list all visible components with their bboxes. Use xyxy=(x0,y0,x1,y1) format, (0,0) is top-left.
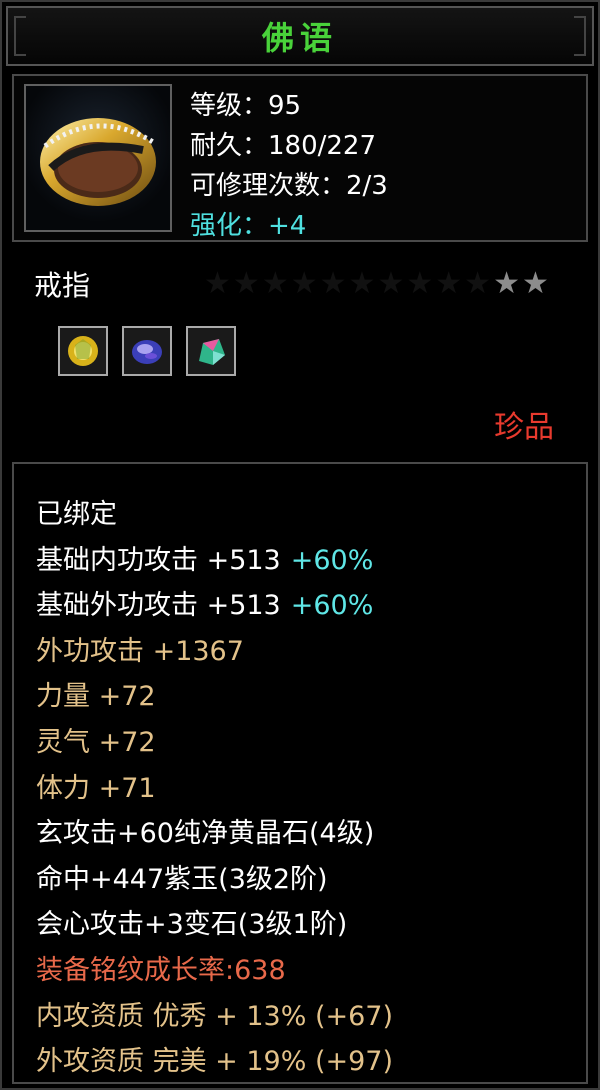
yellow-gem-icon[interactable] xyxy=(58,326,108,376)
level-stat: 等级：95 xyxy=(190,91,302,121)
star-icon: ★ xyxy=(464,266,492,301)
base-attr-row: 基础外功攻击 +513 +60% xyxy=(36,583,393,629)
attribute-panel: 已绑定 基础内功攻击 +513 +60% 基础外功攻击 +513 +60% 外功攻击… xyxy=(12,462,588,1084)
item-header: 等级：95 耐久：180/227 可修理次数：2/3 强化：+4 xyxy=(12,74,588,242)
bonus-attr: 外功攻击 +1367 xyxy=(36,635,244,667)
star-icon: ★ xyxy=(290,266,318,301)
item-stats: 等级：95 耐久：180/227 可修理次数：2/3 强化：+4 xyxy=(190,86,388,246)
gem-attr: 命中+447紫玉(3级2阶) xyxy=(36,863,328,895)
star-icon: ★ xyxy=(406,266,434,301)
quality-attr: 外攻资质 完美 + 19% (+97) xyxy=(36,1046,394,1078)
gem-sockets xyxy=(58,326,236,376)
star-icon: ★ xyxy=(377,266,405,301)
gem-attr: 玄攻击+60纯净黄晶石(4级) xyxy=(36,818,375,850)
enhance-stat: 强化：+4 xyxy=(190,211,307,241)
base-attr-percent: +60% xyxy=(290,544,374,576)
star-icon: ★ xyxy=(204,266,231,301)
star-icon: ★ xyxy=(261,266,289,301)
star-icon: ★ xyxy=(348,266,376,301)
star-icon: ★ xyxy=(493,266,520,301)
star-icon: ★ xyxy=(521,266,549,301)
rarity-label: 珍品 xyxy=(494,410,554,445)
quality-attr: 内攻资质 优秀 + 13% (+67) xyxy=(36,1000,394,1032)
gold-ring-icon xyxy=(24,84,172,232)
star-rating: ★ ★ ★ ★ ★ ★ ★ ★ ★ ★ ★ ★ xyxy=(204,268,549,300)
bonus-attr: 灵气 +72 xyxy=(36,726,156,758)
base-attr-label: 基础内功攻击 +513 xyxy=(36,544,281,576)
growth-rate: 装备铭纹成长率:638 xyxy=(36,954,286,986)
base-attr-row: 基础内功攻击 +513 +60% xyxy=(36,538,393,584)
bound-status: 已绑定 xyxy=(36,499,117,530)
item-type-label: 戒指 xyxy=(34,269,91,302)
attribute-list: 已绑定 基础内功攻击 +513 +60% 基础外功攻击 +513 +60% 外功攻击… xyxy=(36,492,393,1085)
star-icon: ★ xyxy=(319,266,347,301)
gem-attr: 会心攻击+3变石(3级1阶) xyxy=(36,909,348,941)
star-icon: ★ xyxy=(232,266,260,301)
bonus-attr: 体力 +71 xyxy=(36,772,156,804)
purple-gem-icon[interactable] xyxy=(122,326,172,376)
durability-stat: 耐久：180/227 xyxy=(190,131,377,161)
star-icon: ★ xyxy=(435,266,463,301)
base-attr-percent: +60% xyxy=(290,590,374,622)
rainbow-gem-icon[interactable] xyxy=(186,326,236,376)
title-bar: 佛语 xyxy=(6,6,594,66)
base-attr-label: 基础外功攻击 +513 xyxy=(36,590,281,622)
repair-count-stat: 可修理次数：2/3 xyxy=(190,171,388,201)
item-name: 佛语 xyxy=(261,19,338,57)
bonus-attr: 力量 +72 xyxy=(36,681,156,713)
